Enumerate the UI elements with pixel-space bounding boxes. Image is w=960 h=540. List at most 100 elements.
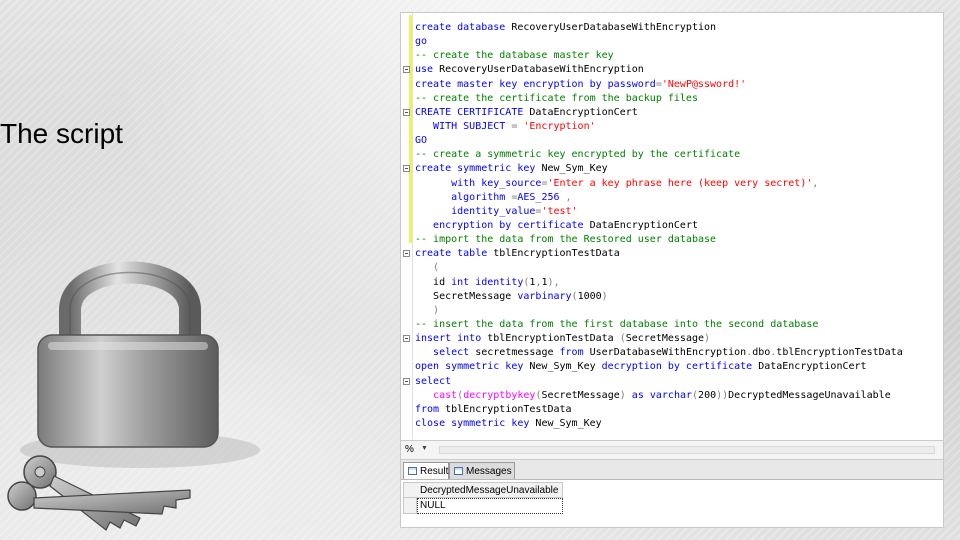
code-token: -- create the database master key (415, 50, 614, 62)
query-editor[interactable]: create database RecoveryUserDatabaseWith… (401, 13, 943, 439)
code-token: ( (415, 262, 440, 274)
code-token: WITH SUBJECT (415, 120, 512, 132)
code-token: AES_256 (517, 191, 566, 203)
code-line[interactable]: select secretmessage from UserDatabaseWi… (415, 346, 903, 360)
code-token: ), (547, 276, 560, 288)
code-line[interactable]: ) (415, 304, 903, 318)
code-token: tblEncryptionTestData (445, 403, 572, 415)
code-token: close symmetric key (415, 417, 536, 429)
code-line[interactable]: go (415, 35, 903, 49)
code-line[interactable]: CREATE CERTIFICATE DataEncryptionCert (403, 106, 903, 120)
code-token: GO (415, 135, 428, 147)
code-token: with key_source (415, 177, 542, 189)
result-cell[interactable]: NULL (417, 498, 563, 514)
code-token: varbinary (517, 290, 572, 302)
code-line[interactable]: use RecoveryUserDatabaseWithEncryption (403, 63, 903, 77)
code-token: tblEncryptionTestData (493, 248, 620, 260)
code-token: algorithm (415, 191, 512, 203)
results-tabs: Results Messages (401, 460, 943, 480)
code-line[interactable]: -- create the database master key (415, 49, 903, 63)
code-line[interactable]: algorithm =AES_256 , (415, 191, 903, 205)
results-grid: DecryptedMessageUnavailable NULL (401, 480, 943, 527)
code-line[interactable]: WITH SUBJECT = 'Encryption' (415, 120, 903, 134)
code-line[interactable]: with key_source='Enter a key phrase here… (415, 177, 903, 191)
code-line[interactable]: cast(decryptbykey(SecretMessage) as varc… (415, 389, 903, 403)
code-line[interactable]: create table tblEncryptionTestData (403, 247, 903, 261)
code-token: -- create the certificate from the backu… (415, 92, 698, 104)
collapse-icon[interactable] (403, 335, 410, 343)
column-header[interactable]: DecryptedMessageUnavailable (403, 482, 563, 498)
code-line[interactable]: -- import the data from the Restored use… (415, 233, 903, 247)
code-line[interactable]: -- insert the data from the first databa… (415, 318, 903, 332)
code-line[interactable]: GO (415, 134, 903, 148)
code-token: 'Encryption' (523, 120, 596, 132)
code-line[interactable]: -- create a symmetric key encrypted by t… (415, 148, 903, 162)
code-token: create table (415, 248, 494, 260)
chevron-down-icon[interactable]: ▼ (421, 445, 428, 452)
collapse-icon[interactable] (403, 250, 410, 258)
code-token: ) (619, 389, 632, 401)
code-token: CREATE CERTIFICATE (415, 106, 530, 118)
horizontal-scrollbar[interactable] (439, 446, 935, 454)
code-token: 'test' (541, 205, 578, 217)
row-selector[interactable] (403, 498, 417, 514)
code-token: 200 (698, 389, 717, 401)
code-token: SecretMessage (541, 389, 620, 401)
code-token: tblEncryptionTestData (776, 347, 903, 359)
code-token: from (559, 347, 590, 359)
collapse-icon[interactable] (403, 66, 410, 74)
code-token: tblEncryptionTestData (487, 333, 620, 345)
collapse-icon[interactable] (403, 165, 410, 173)
code-token: dbo (752, 347, 771, 359)
code-token: identity_value (415, 205, 536, 217)
tab-messages[interactable]: Messages (449, 462, 515, 479)
code-token: RecoveryUserDatabaseWithEncryption (511, 22, 717, 33)
code-line[interactable]: create master key encryption by password… (415, 78, 903, 92)
code-token: -- insert the data from the first databa… (415, 318, 819, 330)
code-token: from (415, 403, 446, 415)
code-token: 'Enter a key phrase here (keep very secr… (547, 177, 813, 189)
code-token: DataEncryptionCert (758, 361, 867, 373)
code-line[interactable]: encryption by certificate DataEncryption… (415, 219, 903, 233)
editor-status-strip: % ▼ (401, 440, 943, 460)
collapse-icon[interactable] (403, 377, 410, 385)
code-line[interactable]: insert into tblEncryptionTestData (Secre… (403, 332, 903, 346)
code-token: use (415, 64, 440, 76)
code-line[interactable]: id int identity(1,1), (415, 276, 903, 290)
code-line[interactable]: open symmetric key New_Sym_Key decryptio… (415, 360, 903, 374)
code-line[interactable]: select (403, 375, 903, 389)
code-token: select (415, 375, 452, 387)
code-line[interactable]: ( (415, 261, 903, 275)
sql-query-window: create database RecoveryUserDatabaseWith… (400, 12, 944, 528)
code-token: encryption by certificate (415, 219, 590, 231)
code-token: secretmessage (475, 347, 560, 359)
zoom-level[interactable]: % (405, 444, 414, 455)
code-token: DataEncryptionCert (589, 219, 698, 231)
code-line[interactable]: identity_value='test' (415, 205, 903, 219)
code-token: id (415, 276, 452, 288)
code-line[interactable]: create database RecoveryUserDatabaseWith… (415, 21, 903, 35)
editor-margin (412, 13, 413, 439)
code-line[interactable]: -- create the certificate from the backu… (415, 92, 903, 106)
code-token: UserDatabaseWithEncryption (589, 347, 747, 359)
collapse-icon[interactable] (403, 108, 410, 116)
code-line[interactable]: SecretMessage varbinary(1000) (415, 290, 903, 304)
code-token: cast (415, 389, 458, 401)
code-token: New_Sym_Key (541, 163, 608, 175)
code-token: decryption by certificate (601, 361, 759, 373)
code-token: -- import the data from the Restored use… (415, 234, 717, 246)
code-token: ) (601, 290, 608, 302)
tab-messages-label: Messages (466, 466, 512, 477)
code-token: -- create a symmetric key encrypted by t… (415, 149, 741, 161)
code-token: ) (704, 333, 711, 345)
grid-icon (408, 467, 417, 475)
slide-title: The script (0, 118, 123, 149)
code-line[interactable]: from tblEncryptionTestData (415, 403, 903, 417)
code-token: , (565, 191, 572, 203)
tab-results[interactable]: Results (403, 462, 453, 479)
code-token: DecryptedMessageUnavailable (728, 389, 891, 401)
code-line[interactable]: create symmetric key New_Sym_Key (403, 162, 903, 176)
code-line[interactable]: close symmetric key New_Sym_Key (415, 417, 903, 431)
sql-code[interactable]: create database RecoveryUserDatabaseWith… (403, 21, 903, 431)
messages-icon (454, 467, 463, 475)
